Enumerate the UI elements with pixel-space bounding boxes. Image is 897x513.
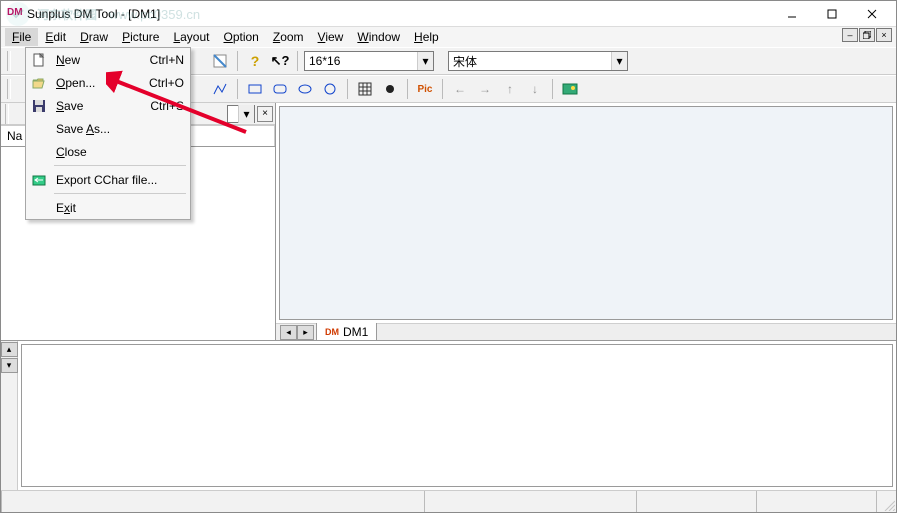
- size-combo[interactable]: 16*16 ▾: [304, 51, 434, 71]
- polyline-tool[interactable]: [209, 78, 231, 100]
- file-menu-label: New: [50, 53, 150, 67]
- pic-button[interactable]: Pic: [414, 78, 436, 100]
- maximize-button[interactable]: [812, 2, 852, 26]
- tab-scroll-left[interactable]: ◂: [280, 325, 297, 340]
- left-close-button[interactable]: ×: [257, 106, 273, 122]
- save-icon: [28, 97, 50, 115]
- output-scroll-up[interactable]: ▴: [1, 342, 18, 357]
- open-icon: [28, 74, 50, 92]
- menu-view[interactable]: View: [311, 28, 351, 46]
- menu-file[interactable]: File: [5, 28, 38, 46]
- arrow-left-button[interactable]: ←: [449, 78, 471, 100]
- output-panel: ▴ ▾: [1, 340, 896, 490]
- menu-picture[interactable]: Picture: [115, 28, 166, 46]
- file-menu-label: Exit: [50, 201, 184, 215]
- export-icon: [28, 171, 50, 189]
- menu-layout[interactable]: Layout: [166, 28, 216, 46]
- file-menu-open[interactable]: Open... Ctrl+O: [26, 71, 190, 94]
- left-mini-combo[interactable]: ▾: [227, 105, 255, 123]
- color-button[interactable]: [209, 50, 231, 72]
- menu-separator: [54, 165, 186, 166]
- file-menu-export[interactable]: Export CChar file...: [26, 168, 190, 191]
- chevron-down-icon[interactable]: ▾: [611, 52, 627, 70]
- mdi-close[interactable]: ×: [876, 28, 892, 42]
- file-menu-label: Close: [50, 145, 184, 159]
- help-button[interactable]: ?: [244, 50, 266, 72]
- window-title: Sunplus DM Tool - [DM1]: [27, 7, 772, 21]
- ellipse-tool[interactable]: [294, 78, 316, 100]
- roundrect-tool[interactable]: [269, 78, 291, 100]
- canvas[interactable]: [279, 106, 893, 320]
- menu-draw[interactable]: Draw: [73, 28, 115, 46]
- menu-edit[interactable]: Edit: [38, 28, 73, 46]
- rect-tool[interactable]: [244, 78, 266, 100]
- file-menu-exit[interactable]: Exit: [26, 196, 190, 219]
- file-menu-label: Save As...: [50, 122, 184, 136]
- mdi-minimize[interactable]: –: [842, 28, 858, 42]
- file-menu-save-as[interactable]: Save As...: [26, 117, 190, 140]
- file-menu-label: Export CChar file...: [50, 173, 184, 187]
- font-combo[interactable]: 宋体 ▾: [448, 51, 628, 71]
- dot-tool[interactable]: [379, 78, 401, 100]
- output-area[interactable]: [21, 344, 893, 487]
- menubar: File Edit Draw Picture Layout Option Zoo…: [1, 27, 896, 47]
- new-icon: [28, 51, 50, 69]
- toolbar-grip[interactable]: [7, 51, 11, 71]
- dm-icon: DM: [325, 327, 339, 337]
- palette-button[interactable]: [559, 78, 581, 100]
- file-menu-dropdown: New Ctrl+N Open... Ctrl+O Save Ctrl+S Sa…: [25, 47, 191, 220]
- menu-help[interactable]: Help: [407, 28, 446, 46]
- grid-tool[interactable]: [354, 78, 376, 100]
- right-panel: ◂ ▸ DM DM1: [276, 103, 896, 340]
- resize-grip[interactable]: [876, 491, 896, 512]
- arrow-down-button[interactable]: ↓: [524, 78, 546, 100]
- menu-separator: [54, 193, 186, 194]
- tab-scroll-right[interactable]: ▸: [297, 325, 314, 340]
- doc-tab-bar: ◂ ▸ DM DM1: [276, 323, 896, 340]
- toolbar-grip[interactable]: [5, 104, 9, 124]
- titlebar: DM Sunplus DM Tool - [DM1]: [1, 1, 896, 27]
- minimize-button[interactable]: [772, 2, 812, 26]
- mdi-restore[interactable]: [859, 28, 875, 42]
- menu-option[interactable]: Option: [216, 28, 265, 46]
- file-menu-close[interactable]: Close: [26, 140, 190, 163]
- file-menu-save[interactable]: Save Ctrl+S: [26, 94, 190, 117]
- menu-window[interactable]: Window: [350, 28, 407, 46]
- arrow-right-button[interactable]: →: [474, 78, 496, 100]
- file-menu-new[interactable]: New Ctrl+N: [26, 48, 190, 71]
- circle-tool[interactable]: [319, 78, 341, 100]
- statusbar: [1, 490, 896, 512]
- file-menu-label: Save: [50, 99, 150, 113]
- output-scroll-down[interactable]: ▾: [1, 358, 18, 373]
- mdi-system-buttons: – ×: [842, 28, 892, 42]
- context-help-button[interactable]: ↖?: [269, 50, 291, 72]
- chevron-down-icon[interactable]: ▾: [417, 52, 433, 70]
- menu-zoom[interactable]: Zoom: [266, 28, 311, 46]
- close-button[interactable]: [852, 2, 892, 26]
- arrow-up-button[interactable]: ↑: [499, 78, 521, 100]
- app-icon: DM: [7, 7, 21, 21]
- file-menu-label: Open...: [50, 76, 149, 90]
- toolbar-grip[interactable]: [7, 79, 11, 99]
- doc-tab[interactable]: DM DM1: [316, 323, 377, 341]
